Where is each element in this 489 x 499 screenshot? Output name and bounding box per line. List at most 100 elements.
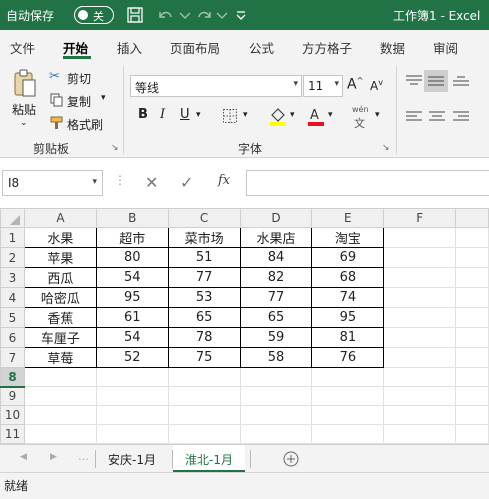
tab-page-layout[interactable]: 页面布局	[170, 38, 220, 57]
row-header[interactable]: 2	[0, 247, 25, 268]
undo-icon[interactable]	[154, 4, 176, 26]
clipboard-launcher-icon[interactable]: ↘	[111, 143, 119, 153]
decrease-font-size-icon[interactable]: Av	[370, 78, 383, 93]
underline-button[interactable]: U	[180, 107, 190, 122]
cell[interactable]: 69	[311, 247, 385, 268]
cell[interactable]	[383, 386, 457, 406]
cell[interactable]: 78	[167, 327, 241, 348]
cell[interactable]	[383, 287, 457, 308]
cell[interactable]: 58	[239, 347, 313, 368]
cell[interactable]	[383, 424, 457, 444]
tab-more-icon[interactable]: …	[78, 450, 89, 463]
cell[interactable]: 95	[95, 287, 169, 308]
cell[interactable]: 80	[95, 247, 169, 268]
row-header[interactable]: 5	[0, 307, 25, 328]
row-header[interactable]: 1	[0, 227, 25, 248]
insert-function-button[interactable]: fx	[218, 173, 230, 188]
cell[interactable]: 81	[311, 327, 385, 348]
tab-home[interactable]: 开始	[63, 38, 88, 57]
save-icon[interactable]	[124, 4, 146, 26]
cell[interactable]: 95	[311, 307, 385, 328]
cell[interactable]	[455, 247, 489, 268]
cell[interactable]	[95, 424, 169, 444]
copy-dropdown-icon[interactable]: ▾	[101, 93, 106, 103]
align-center-icon[interactable]	[428, 110, 446, 124]
cell[interactable]: 水果店	[239, 227, 313, 248]
cell[interactable]: 水果	[23, 227, 97, 248]
cell[interactable]: 75	[167, 347, 241, 368]
cell[interactable]	[95, 386, 169, 406]
cell[interactable]	[455, 327, 489, 348]
cell[interactable]	[167, 367, 241, 387]
format-painter-button[interactable]: 格式刷	[67, 116, 103, 133]
cell[interactable]: 淘宝	[311, 227, 385, 248]
cell[interactable]	[383, 405, 457, 425]
cut-button[interactable]: 剪切	[67, 70, 91, 87]
fill-color-icon[interactable]	[268, 105, 288, 127]
cell[interactable]	[455, 386, 489, 406]
tab-formulas[interactable]: 公式	[249, 38, 274, 57]
cell[interactable]	[239, 367, 313, 387]
cell[interactable]: 菜市场	[167, 227, 241, 248]
paste-dropdown-icon[interactable]: ⌄	[20, 118, 28, 128]
tab-fangfang[interactable]: 方方格子	[302, 38, 352, 57]
cell[interactable]: 54	[95, 267, 169, 288]
cell[interactable]	[311, 424, 385, 444]
align-bottom-icon[interactable]	[452, 74, 470, 88]
cell[interactable]	[23, 367, 97, 387]
fill-color-dropdown-icon[interactable]: ▾	[290, 110, 295, 120]
cell[interactable]: 香蕉	[23, 307, 97, 328]
cancel-icon[interactable]: ✕	[145, 173, 158, 192]
align-right-icon[interactable]	[452, 110, 470, 124]
scroll-tabs-right-icon[interactable]: ▶	[50, 452, 57, 462]
cell[interactable]	[455, 367, 489, 387]
row-header[interactable]: 10	[0, 405, 25, 425]
column-header-e[interactable]: E	[311, 208, 385, 228]
column-header-g[interactable]	[455, 208, 489, 228]
cell[interactable]	[383, 347, 457, 368]
row-header[interactable]: 6	[0, 327, 25, 348]
cell[interactable]	[311, 386, 385, 406]
font-launcher-icon[interactable]: ↘	[382, 143, 390, 153]
cell[interactable]: 82	[239, 267, 313, 288]
customize-toolbar-icon[interactable]	[230, 4, 252, 26]
sheet-tab-anqing[interactable]: 安庆-1月	[96, 445, 168, 472]
scroll-tabs-left-icon[interactable]: ◀	[20, 452, 27, 462]
cell[interactable]: 77	[167, 267, 241, 288]
tab-insert[interactable]: 插入	[117, 38, 142, 57]
column-header-b[interactable]: B	[95, 208, 169, 228]
cell[interactable]	[383, 267, 457, 288]
format-painter-icon[interactable]	[50, 116, 64, 130]
cell[interactable]: 52	[95, 347, 169, 368]
cut-icon[interactable]: ✂	[49, 69, 60, 84]
cell[interactable]: 哈密瓜	[23, 287, 97, 308]
row-header[interactable]: 9	[0, 386, 25, 406]
row-header[interactable]: 7	[0, 347, 25, 368]
select-all-corner[interactable]	[0, 208, 25, 228]
font-color-icon[interactable]: A	[306, 105, 326, 127]
cell[interactable]: 西瓜	[23, 267, 97, 288]
cell[interactable]	[383, 307, 457, 328]
autosave-toggle[interactable]: 关	[74, 6, 114, 24]
cell[interactable]: 草莓	[23, 347, 97, 368]
row-header[interactable]: 4	[0, 287, 25, 308]
column-header-a[interactable]: A	[23, 208, 97, 228]
bold-button[interactable]: B	[138, 107, 148, 122]
align-middle-button[interactable]	[424, 70, 448, 92]
cell[interactable]	[23, 386, 97, 406]
borders-icon[interactable]	[222, 108, 238, 124]
cell[interactable]	[455, 424, 489, 444]
cell[interactable]: 59	[239, 327, 313, 348]
borders-dropdown-icon[interactable]: ▾	[243, 110, 248, 120]
align-top-icon[interactable]	[405, 74, 423, 88]
cell[interactable]	[455, 267, 489, 288]
cell[interactable]	[383, 327, 457, 348]
row-header[interactable]: 8	[0, 367, 25, 388]
cell[interactable]	[455, 347, 489, 368]
cell[interactable]	[23, 405, 97, 425]
column-header-d[interactable]: D	[239, 208, 313, 228]
cell[interactable]: 84	[239, 247, 313, 268]
cell[interactable]: 77	[239, 287, 313, 308]
cell[interactable]	[95, 405, 169, 425]
cell[interactable]	[455, 405, 489, 425]
